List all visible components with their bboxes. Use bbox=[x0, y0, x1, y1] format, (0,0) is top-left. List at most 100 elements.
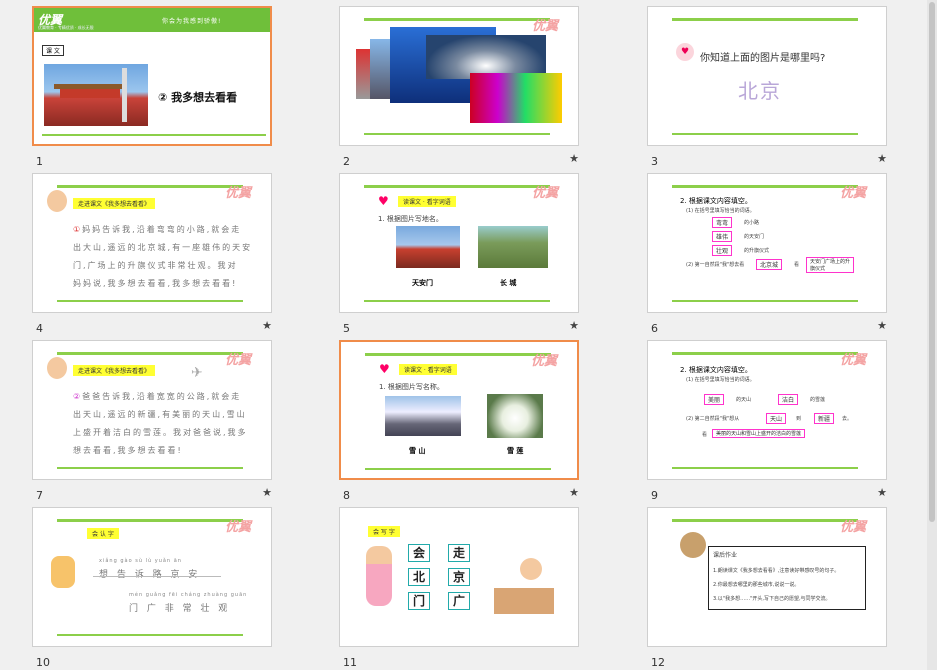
slide-9-animation-star-icon[interactable]: ★ bbox=[877, 486, 887, 499]
slide-9-question-2c: 去。 bbox=[842, 416, 853, 422]
slide-5-top-line bbox=[364, 185, 550, 188]
slide-number-4: 4 bbox=[36, 322, 43, 335]
slide-4-logo: 优翼 bbox=[224, 186, 251, 201]
slide-4-label: 走进课文《我多想去看看》 bbox=[73, 198, 156, 209]
slide-9-answer-3: 天山 bbox=[766, 413, 787, 424]
slide-8-logo: 优翼 bbox=[530, 354, 557, 369]
slide-number-10: 10 bbox=[36, 656, 50, 669]
slide-5-task: 1. 根据图片写地名。 bbox=[378, 215, 443, 223]
slide-6-question-2a: (2) 第一自然段"我"想去看 bbox=[686, 262, 745, 268]
slide-7-bird-icon: ✈ bbox=[191, 365, 203, 381]
slide-10-row-2: mén guǎng fēi cháng zhuàng guān 门 广 非 常 … bbox=[129, 592, 247, 614]
slide-2-canvas[interactable]: 优翼 bbox=[339, 6, 579, 146]
slide-9-subheading: (1) 在括号里填写恰当的词语。 bbox=[686, 377, 755, 383]
slide-6-answer-2: 雄伟 bbox=[712, 231, 733, 242]
slide-7-canvas[interactable]: 优翼 走进课文《我多想去看看》 ✈ ②爸爸告诉我,沿着宽宽的公路,就会走 出天山… bbox=[32, 340, 272, 480]
slide-3-animation-star-icon[interactable]: ★ bbox=[877, 152, 887, 165]
slide-3-heart-icon: ♥ bbox=[676, 43, 694, 61]
slide-1-tag: 课 文 bbox=[42, 45, 64, 56]
slide-8-caption-2: 雪 莲 bbox=[507, 447, 524, 455]
slide-4-line-4: 妈妈说,我多想去看看,我多想去看看! bbox=[73, 279, 238, 288]
slide-10-top-line bbox=[57, 519, 243, 522]
slide-12-owl-mascot-icon bbox=[680, 532, 706, 558]
slide-8-snow-lotus-image bbox=[487, 394, 543, 438]
slide-10-pinyin-1: xiǎng gào sù lù yuǎn ān bbox=[99, 558, 182, 564]
slide-12-top-line bbox=[672, 519, 858, 522]
slide-number-3: 3 bbox=[651, 155, 658, 168]
slide-7-animation-star-icon[interactable]: ★ bbox=[262, 486, 272, 499]
slide-12-logo: 优翼 bbox=[839, 520, 866, 535]
slide-1-canvas[interactable]: 优翼 优翼教育 · 专精优质 · 成长无限 你会为我感到骄傲! 课 文 ② 我多… bbox=[32, 6, 272, 146]
slide-sorter: 优翼 优翼教育 · 专精优质 · 成长无限 你会为我感到骄傲! 课 文 ② 我多… bbox=[0, 0, 937, 670]
slide-12-homework-1: 1.朗读课文《我多想去看看》,注意读好带感叹号的句子。 bbox=[713, 568, 840, 574]
slide-4-line-2: 出大山,遥远的北京城,有一座雄伟的天安 bbox=[73, 243, 253, 252]
slide-6-top-line bbox=[672, 185, 858, 188]
slide-9-tail-1: 的天山 bbox=[736, 397, 752, 403]
slide-9-answer-2: 洁白 bbox=[778, 394, 799, 405]
slide-9-question-3a: 看 bbox=[702, 432, 708, 438]
slide-number-12: 12 bbox=[651, 656, 665, 669]
slide-10-pinyin-2: mén guǎng fēi cháng zhuàng guān bbox=[129, 592, 248, 598]
slide-number-6: 6 bbox=[651, 322, 658, 335]
slide-1-banner: 你会为我感到骄傲! bbox=[162, 18, 222, 25]
slide-2-animation-star-icon[interactable]: ★ bbox=[569, 152, 579, 165]
slide-number-8: 8 bbox=[343, 489, 350, 502]
slide-8-footer-line bbox=[365, 468, 551, 470]
slide-6-animation-star-icon[interactable]: ★ bbox=[877, 319, 887, 332]
slide-3-canvas[interactable]: ♥ 你知道上面的图片是哪里吗? 北京 bbox=[647, 6, 887, 146]
slide-4-animation-star-icon[interactable]: ★ bbox=[262, 319, 272, 332]
slide-6-answer-4: 北京城 bbox=[756, 259, 783, 270]
slide-6-subheading: (1) 在括号里填写恰当的词语。 bbox=[686, 208, 755, 214]
slide-8-animation-star-icon[interactable]: ★ bbox=[569, 486, 579, 499]
slide-7-footer-line bbox=[57, 467, 243, 469]
slide-9-logo: 优翼 bbox=[839, 353, 866, 368]
slide-10-trumpet-kid-icon bbox=[51, 556, 75, 588]
slide-11-char-2: 走 bbox=[448, 544, 470, 562]
slide-5-caption-2: 长 城 bbox=[500, 279, 517, 287]
slide-4-footer-line bbox=[57, 300, 243, 302]
slide-5-canvas[interactable]: 优翼 ♥ 读课文 · 看字词语 1. 根据图片写地名。 天安门 长 城 bbox=[339, 173, 579, 313]
slide-12-homework-title: 课后作业 bbox=[713, 552, 738, 559]
slide-5-tiananmen-image bbox=[396, 226, 460, 268]
slide-11-canvas[interactable]: 会 写 字 会 走 北 京 门 广 bbox=[339, 507, 579, 647]
slide-9-answer-4: 新疆 bbox=[814, 413, 835, 424]
slide-8-canvas[interactable]: 优翼 ♥ 读课文 · 看字词语 1. 根据图片写名称。 雪 山 雪 莲 bbox=[339, 340, 579, 480]
scrollbar-thumb[interactable] bbox=[929, 2, 935, 522]
vertical-scrollbar[interactable] bbox=[927, 0, 937, 670]
slide-2-night-stadium-photo bbox=[470, 73, 562, 123]
slide-12-canvas[interactable]: 优翼 课后作业 1.朗读课文《我多想去看看》,注意读好带感叹号的句子。 2.你最… bbox=[647, 507, 887, 647]
slide-11-char-4: 京 bbox=[448, 568, 470, 586]
slide-5-label: 读课文 · 看字词语 bbox=[398, 196, 456, 207]
slide-9-canvas[interactable]: 优翼 2. 根据课文内容填空。 (1) 在括号里填写恰当的词语。 美丽 的天山 … bbox=[647, 340, 887, 480]
slide-6-tail-3: 的升旗仪式 bbox=[744, 248, 770, 254]
slide-12-homework-3: 3.以"我多想……"开头,写下自己的愿望,与同学交流。 bbox=[713, 596, 831, 602]
slide-6-tail-1: 的小路 bbox=[744, 220, 760, 226]
slide-10-canvas[interactable]: 优翼 会 认 字 xiǎng gào sù lù yuǎn ān 想 告 诉 路… bbox=[32, 507, 272, 647]
slide-4-line-1: ①妈妈告诉我,沿着弯弯的小路,就会走 bbox=[73, 225, 242, 234]
slide-8-caption-1: 雪 山 bbox=[409, 447, 426, 455]
slide-number-9: 9 bbox=[651, 489, 658, 502]
slide-11-writing-student-icon bbox=[494, 558, 560, 614]
slide-4-line-3: 门,广场上的升旗仪式非常壮观。我对 bbox=[73, 261, 238, 270]
slide-10-divider bbox=[93, 576, 221, 577]
slide-12-homework-box: 课后作业 1.朗读课文《我多想去看看》,注意读好带感叹号的句子。 2.你最想去哪… bbox=[708, 546, 866, 610]
slide-1-footer-line bbox=[42, 134, 266, 136]
slide-6-canvas[interactable]: 优翼 2. 根据课文内容填空。 (1) 在括号里填写恰当的词语。 弯弯 的小路 … bbox=[647, 173, 887, 313]
slide-11-char-3: 北 bbox=[408, 568, 430, 586]
slide-number-1: 1 bbox=[36, 155, 43, 168]
slide-7-line-3: 上盛开着洁白的雪莲。我对爸爸说,我多 bbox=[73, 428, 248, 437]
slide-4-canvas[interactable]: 优翼 走进课文《我多想去看看》 ①妈妈告诉我,沿着弯弯的小路,就会走 出大山,遥… bbox=[32, 173, 272, 313]
slide-5-logo: 优翼 bbox=[531, 186, 558, 201]
slide-5-animation-star-icon[interactable]: ★ bbox=[569, 319, 579, 332]
slide-number-11: 11 bbox=[343, 656, 357, 669]
slide-7-logo: 优翼 bbox=[224, 353, 251, 368]
slide-10-chars-1: 想 告 诉 路 京 安 bbox=[99, 570, 201, 580]
slide-9-question-2a: (2) 第二自然段"我"想从 bbox=[686, 416, 740, 422]
slide-7-line-4: 想去看看,我多想去看看! bbox=[73, 446, 183, 455]
slide-6-question-2b: 看 bbox=[794, 262, 800, 268]
slide-5-great-wall-image bbox=[478, 226, 548, 268]
slide-6-logo: 优翼 bbox=[839, 186, 866, 201]
slide-6-answer-3: 壮观 bbox=[712, 245, 733, 256]
slide-8-snow-mountain-image bbox=[385, 396, 461, 436]
slide-7-boy-reading-icon bbox=[47, 357, 67, 379]
